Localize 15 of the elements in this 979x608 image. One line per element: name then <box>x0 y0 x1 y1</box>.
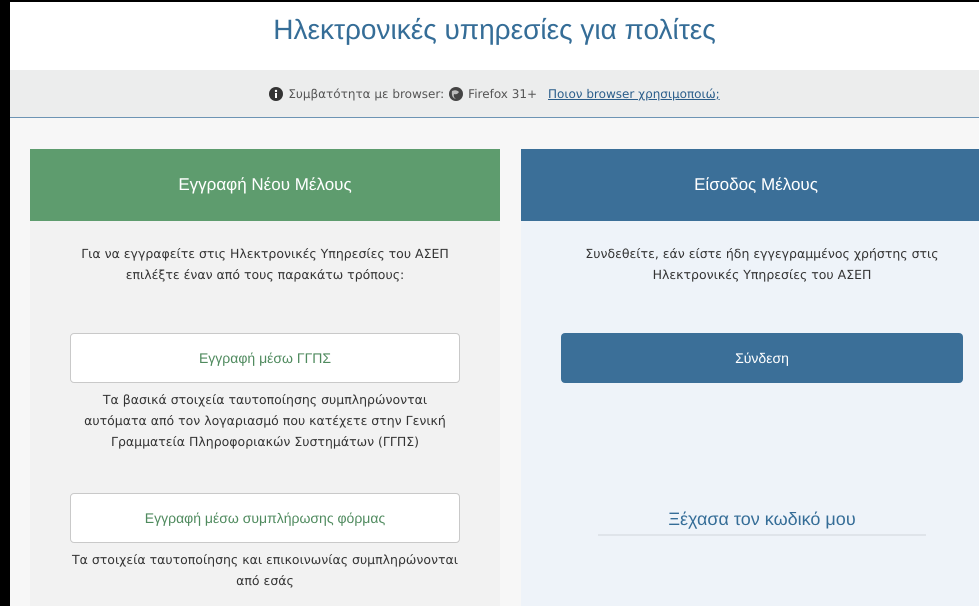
info-icon <box>269 86 284 100</box>
panel-intro: Συνδεθείτε, εάν είστε ήδη εγγεγραμμένος χρήστης στις Ηλεκτρονικές Υπηρεσίες του ΑΣΕΠ <box>584 245 940 284</box>
panel-header: Είσοδος Μέλους <box>521 149 979 221</box>
panel-header: Εγγραφή Νέου Μέλους <box>30 149 500 221</box>
page-title: Ηλεκτρονικές υπηρεσίες για πολίτες <box>272 13 717 46</box>
option-description: Τα στοιχεία ταυτοποίησης και επικοινωνίας συμπληρώνονται από εσάς <box>71 551 459 590</box>
register-button[interactable]: Εγγραφή μέσω συμπλήρωσης φόρμας <box>70 493 460 543</box>
browser-help-link[interactable]: Ποιον browser χρησιμοποιώ; <box>548 86 720 100</box>
login-button[interactable]: Σύνδεση <box>561 333 963 383</box>
panel-intro: Για να εγγραφείτε στις Ηλεκτρονικές Υπηρεσίες του ΑΣΕΠ επιλέξτε έναν από τους παρακάτω τρόπους: <box>80 245 450 284</box>
register-button[interactable]: Εγγραφή μέσω ΓΓΠΣ <box>70 333 460 383</box>
browser-version: Firefox 31+ <box>468 86 538 100</box>
forgot-password-link[interactable]: Ξέχασα τον κωδικό μου <box>598 509 926 536</box>
compatibility-label: Συμβατότητα με browser: <box>288 86 444 100</box>
option-description: Τα βασικά στοιχεία ταυτοποίησης συμπληρώνονται αυτόματα από τον λογαριασμό που κατέχετε στην Γενική Γραμματεία Πληροφοριακών Συστημάτων (ΓΓΠΣ) <box>83 391 447 451</box>
